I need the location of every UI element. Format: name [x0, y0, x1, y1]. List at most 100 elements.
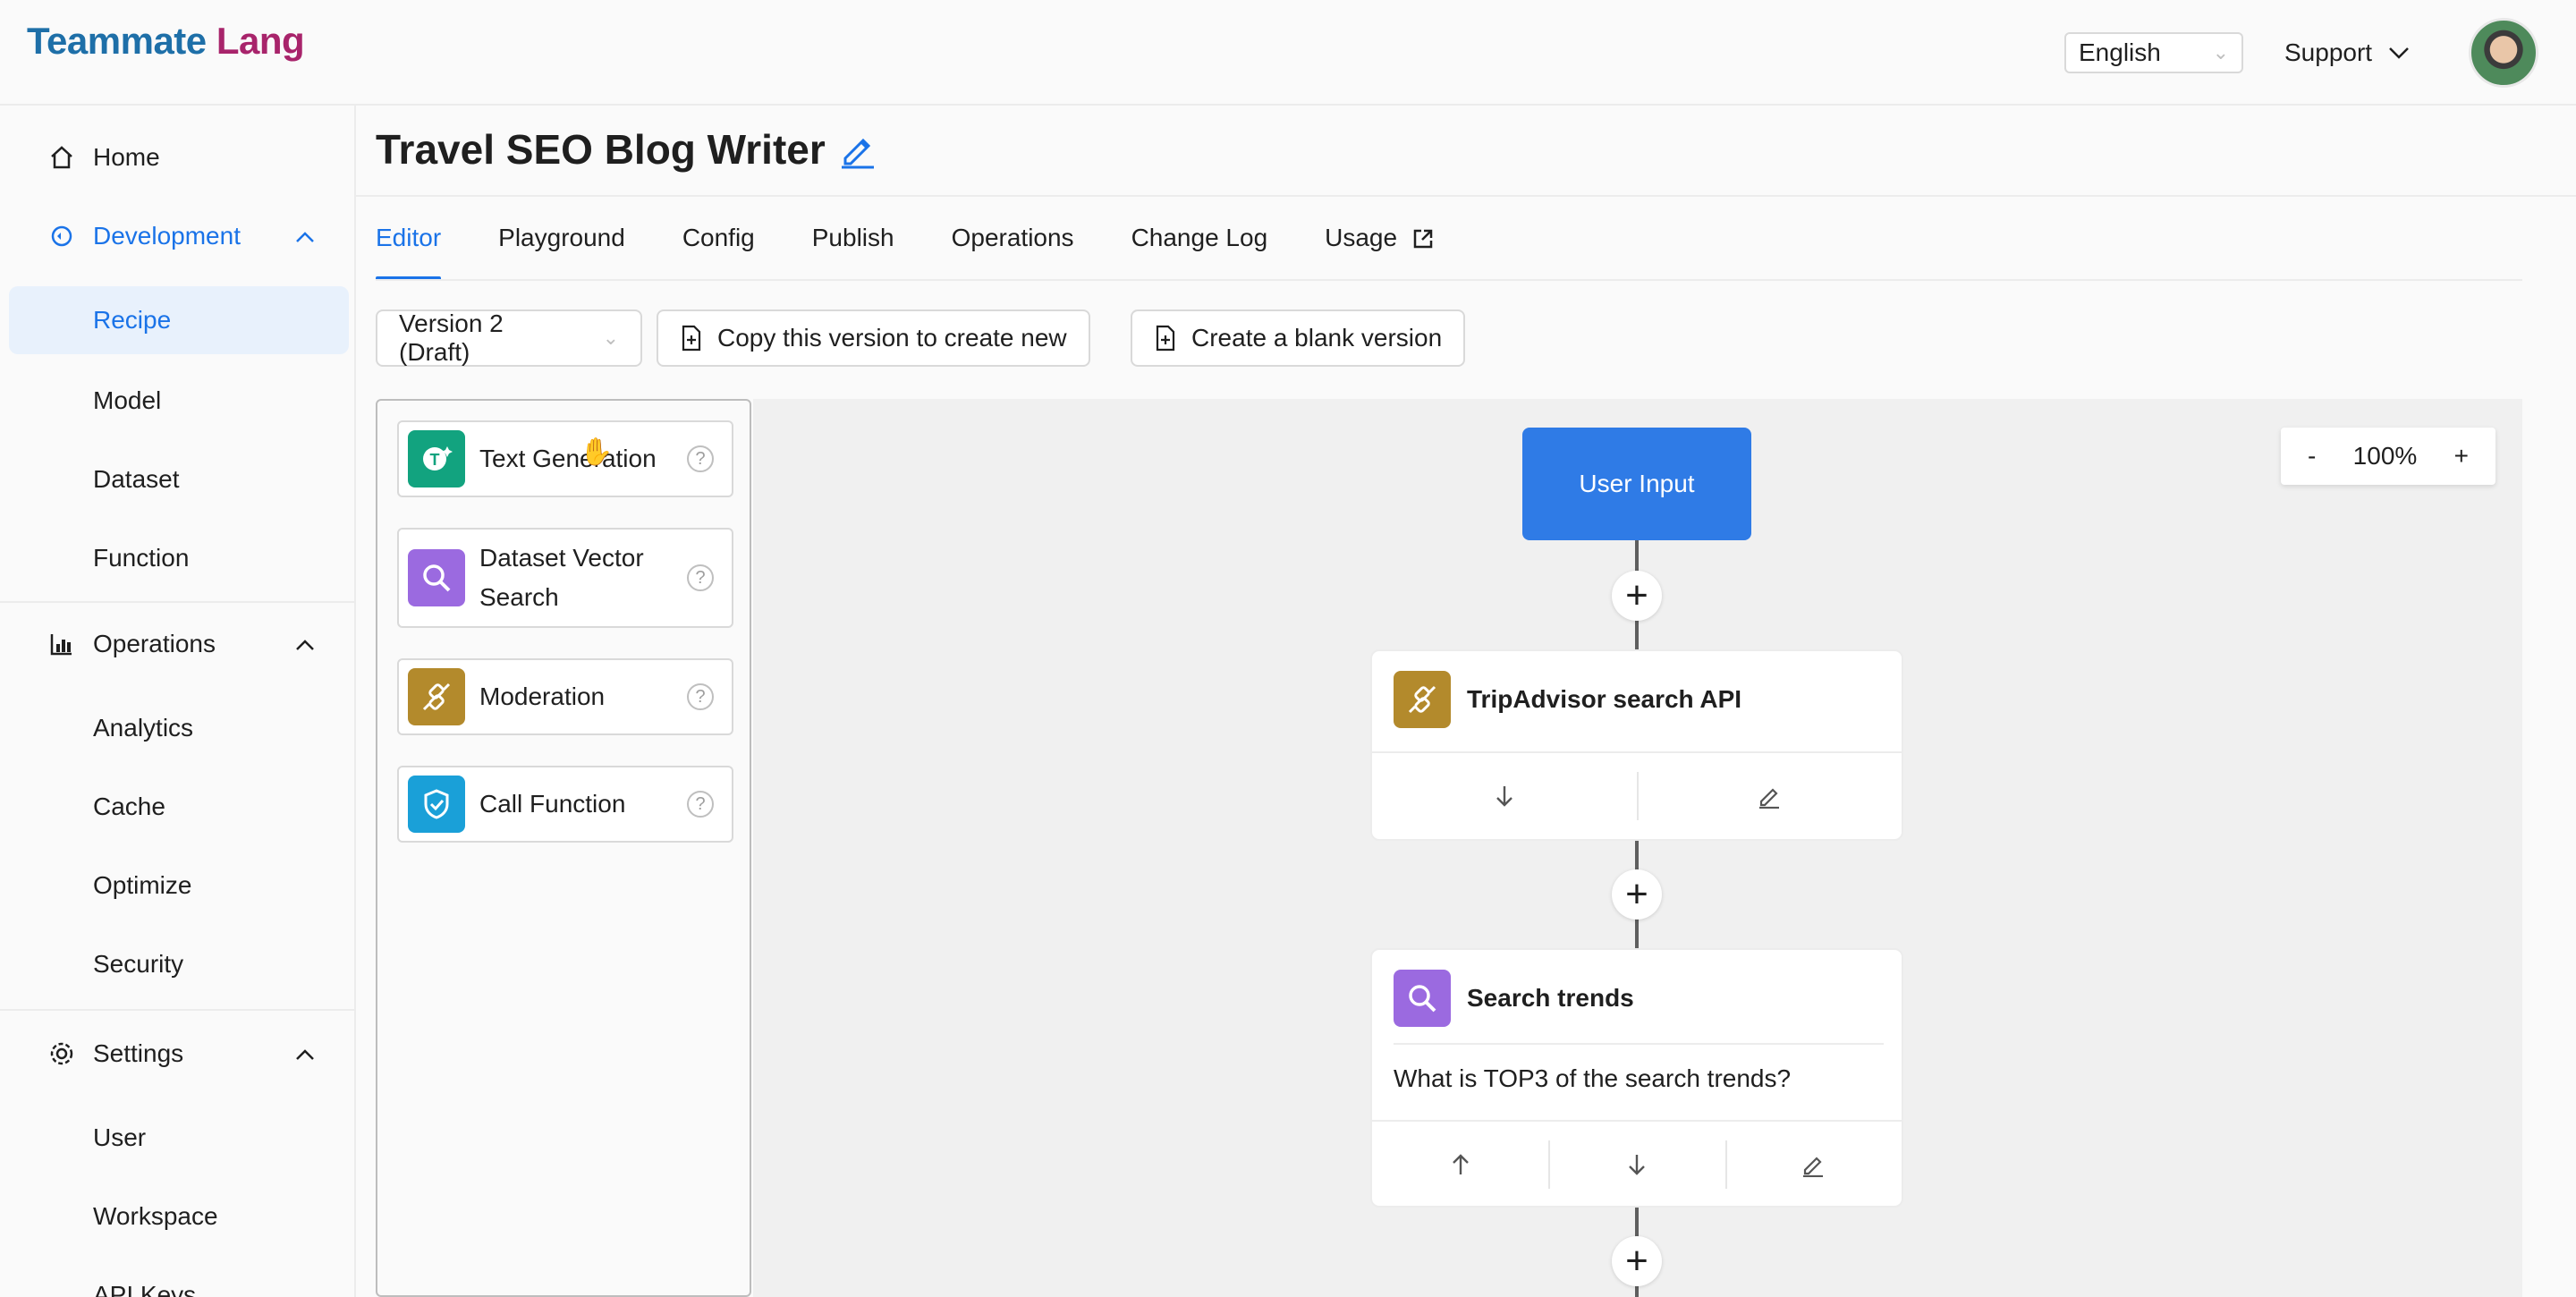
arrow-down-icon	[1496, 786, 1513, 807]
user-input-node[interactable]: User Input	[1522, 428, 1751, 540]
tab-label: Change Log	[1131, 224, 1268, 251]
sidebar-item-api-keys[interactable]: API Keys	[0, 1261, 356, 1297]
search-icon	[408, 549, 465, 606]
tab-config[interactable]: Config	[682, 224, 755, 281]
zoom-out-button[interactable]: -	[2308, 442, 2316, 470]
tab-label: Config	[682, 224, 755, 251]
brand-logo[interactable]: Teammate Lang	[27, 20, 305, 63]
file-add-icon	[1156, 325, 1175, 352]
tab-change-log[interactable]: Change Log	[1131, 224, 1268, 281]
sidebar-item-user[interactable]: User	[0, 1104, 356, 1172]
development-icon	[48, 223, 75, 250]
language-value: English	[2079, 38, 2161, 66]
node-actions	[1372, 1122, 1902, 1208]
node-palette: T Text Generation ? Dataset Vector Searc…	[376, 399, 751, 1297]
create-blank-label: Create a blank version	[1191, 324, 1443, 352]
move-down-button[interactable]	[1372, 753, 1637, 839]
sidebar-item-analytics[interactable]: Analytics	[0, 694, 356, 762]
sidebar-item-label: Security	[93, 950, 184, 978]
palette-item-moderation[interactable]: Moderation ?	[397, 658, 733, 735]
avatar[interactable]	[2469, 18, 2538, 88]
move-up-button[interactable]	[1372, 1122, 1548, 1208]
sidebar-group-development[interactable]: Development	[0, 202, 356, 270]
tab-operations[interactable]: Operations	[952, 224, 1074, 281]
shield-icon	[408, 776, 465, 833]
sidebar-item-label: Dataset	[93, 465, 180, 493]
sidebar-group-settings[interactable]: Settings	[0, 1020, 356, 1088]
move-down-button[interactable]	[1548, 1122, 1724, 1208]
version-select[interactable]: Version 2 (Draft) ⌄	[376, 309, 642, 367]
sidebar-item-optimize[interactable]: Optimize	[0, 852, 356, 920]
create-blank-version-button[interactable]: Create a blank version	[1131, 309, 1466, 367]
palette-item-label: Moderation	[479, 682, 606, 710]
edit-node-button[interactable]	[1637, 753, 1902, 839]
node-title: Search trends	[1467, 984, 1634, 1012]
palette-item-dataset-vector-search[interactable]: Dataset Vector Search ?	[397, 528, 733, 628]
sidebar-divider	[0, 601, 356, 603]
sidebar-item-cache[interactable]: Cache	[0, 773, 356, 841]
grab-cursor-icon: ✋	[580, 437, 614, 467]
zoom-in-button[interactable]: +	[2454, 442, 2469, 470]
sidebar-item-workspace[interactable]: Workspace	[0, 1183, 356, 1250]
sidebar-divider	[0, 1009, 356, 1011]
palette-item-text-generation[interactable]: T Text Generation ?	[397, 420, 733, 497]
svg-text:T: T	[430, 451, 440, 469]
text-generation-icon: T	[408, 430, 465, 487]
tab-label: Editor	[376, 224, 442, 251]
sidebar-item-model[interactable]: Model	[0, 367, 356, 435]
sidebar-item-label: Model	[93, 386, 162, 414]
gear-icon	[48, 1040, 75, 1067]
chevron-down-icon	[2389, 47, 2409, 59]
copy-version-button[interactable]: Copy this version to create new	[657, 309, 1090, 367]
user-input-label: User Input	[1579, 470, 1695, 497]
edit-icon	[1803, 1157, 1824, 1177]
sidebar-item-dataset[interactable]: Dataset	[0, 445, 356, 513]
sidebar-item-home[interactable]: Home	[0, 123, 356, 191]
flow-node-tripadvisor[interactable]: TripAdvisor search API	[1370, 649, 1903, 841]
add-node-button[interactable]: +	[1612, 571, 1662, 621]
edit-node-button[interactable]	[1724, 1122, 1902, 1208]
page-title-text: Travel SEO Blog Writer	[376, 126, 826, 173]
sidebar-group-label: Operations	[93, 630, 216, 657]
sidebar-item-label: API Keys	[93, 1281, 197, 1297]
version-value: Version 2 (Draft)	[399, 309, 504, 366]
help-icon[interactable]: ?	[687, 791, 714, 818]
sidebar-item-security[interactable]: Security	[0, 930, 356, 998]
help-icon[interactable]: ?	[687, 445, 714, 472]
support-label: Support	[2284, 38, 2373, 66]
tab-label: Operations	[951, 224, 1074, 251]
tab-label: Usage	[1325, 224, 1398, 251]
support-menu[interactable]: Support	[2284, 32, 2410, 73]
arrow-up-icon	[1452, 1154, 1469, 1174]
home-icon	[48, 144, 75, 171]
zoom-level: 100%	[2352, 442, 2418, 470]
sidebar-group-label: Development	[93, 222, 241, 250]
zoom-control: - 100% +	[2281, 428, 2496, 485]
sidebar-item-recipe[interactable]: Recipe	[9, 286, 349, 354]
sidebar: Home Development Recipe Model Dataset Fu…	[0, 106, 356, 1297]
add-node-button[interactable]: +	[1612, 869, 1662, 920]
language-select[interactable]: English ⌄	[2064, 32, 2243, 73]
help-icon[interactable]: ?	[687, 683, 714, 710]
add-node-button[interactable]: +	[1612, 1236, 1662, 1286]
tab-editor[interactable]: Editor	[376, 224, 442, 281]
node-title: TripAdvisor search API	[1467, 685, 1742, 713]
sidebar-item-function[interactable]: Function	[0, 524, 356, 592]
chevron-down-icon: ⌄	[602, 326, 619, 349]
chevron-up-icon	[296, 640, 314, 650]
title-divider	[356, 195, 2576, 197]
tab-bar: Editor Playground Config Publish Operati…	[376, 224, 1492, 281]
copy-version-label: Copy this version to create new	[717, 324, 1067, 352]
flow-node-search-trends[interactable]: Search trends What is TOP3 of the search…	[1370, 948, 1903, 1208]
sidebar-item-label: Optimize	[93, 871, 192, 899]
tab-playground[interactable]: Playground	[498, 224, 625, 281]
edit-icon[interactable]	[838, 130, 877, 169]
help-icon[interactable]: ?	[687, 564, 714, 591]
tab-publish[interactable]: Publish	[812, 224, 894, 281]
node-prompt-text: What is TOP3 of the search trends?	[1394, 1064, 1792, 1092]
plug-icon	[408, 668, 465, 725]
tab-usage[interactable]: Usage	[1325, 224, 1435, 281]
palette-item-call-function[interactable]: Call Function ?	[397, 766, 733, 843]
tab-label: Publish	[811, 224, 894, 251]
sidebar-group-operations[interactable]: Operations	[0, 610, 356, 678]
